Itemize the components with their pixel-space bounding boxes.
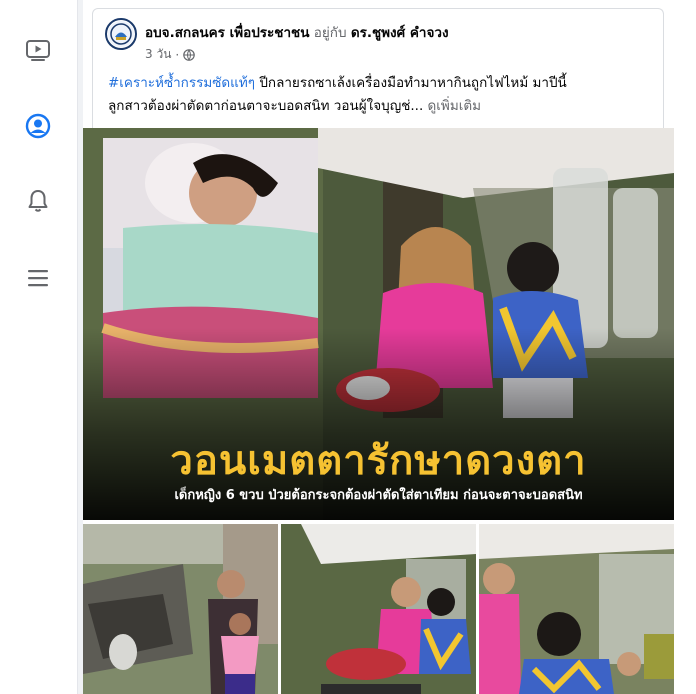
page-avatar[interactable] xyxy=(105,18,137,50)
hashtag-link[interactable]: #เคราะห์ซ้ำกรรมซัดแท้ๆ xyxy=(108,75,255,91)
post-text-line1: ปีกลายรถซาเล้งเครื่องมือทำมาหากินถูกไฟไห… xyxy=(255,75,567,91)
post-text-line2: ลูกสาวต้องผ่าตัดตาก่อนตาจะบอดสนิท วอนผู้… xyxy=(108,98,424,114)
author-name[interactable]: อบจ.สกลนคร เพื่อประชาชน xyxy=(145,25,309,41)
post-meta: 3 วัน · xyxy=(145,45,196,64)
thumbnail-photo xyxy=(83,524,278,694)
profile-button[interactable] xyxy=(20,108,56,144)
see-more-link[interactable]: ดูเพิ่มเติม xyxy=(423,98,481,114)
hamburger-menu-icon xyxy=(28,270,48,287)
bell-icon xyxy=(28,190,48,212)
image-subline: เด็กหญิง 6 ขวบ ป่วยต้อกระจกต้องผ่าตัดใส่… xyxy=(174,488,583,503)
post-thumbnail-3[interactable] xyxy=(479,524,674,694)
notifications-button[interactable] xyxy=(20,183,56,219)
post-main-image[interactable]: วอนเมตตารักษาดวงตา เด็กหญิง 6 ขวบ ป่วยต้… xyxy=(83,128,674,520)
post-thumbnail-1[interactable] xyxy=(83,524,278,694)
menu-button[interactable] xyxy=(20,260,56,296)
post-author-line: อบจ.สกลนคร เพื่อประชาชน อยู่กับ ดร.ชูพงศ… xyxy=(145,21,449,43)
video-icon xyxy=(26,40,50,61)
post-thumbnail-row xyxy=(83,524,674,694)
profile-icon xyxy=(25,113,51,139)
thumbnail-photo xyxy=(281,524,476,694)
meta-separator: · xyxy=(175,47,180,62)
thumbnail-photo xyxy=(479,524,674,694)
image-headline: วอนเมตตารักษาดวงตา xyxy=(170,438,587,484)
left-nav-rail xyxy=(0,0,78,694)
post-time[interactable]: 3 วัน xyxy=(145,45,171,64)
watch-button[interactable] xyxy=(20,32,56,68)
post-thumbnail-2[interactable] xyxy=(281,524,476,694)
tagged-person[interactable]: ดร.ชูพงศ์ คำจวง xyxy=(351,25,449,41)
organization-logo xyxy=(108,21,134,47)
post-body: #เคราะห์ซ้ำกรรมซัดแท้ๆ ปีกลายรถซาเล้งเคร… xyxy=(108,72,660,118)
with-label: อยู่กับ xyxy=(313,25,347,41)
globe-icon[interactable] xyxy=(183,48,196,61)
